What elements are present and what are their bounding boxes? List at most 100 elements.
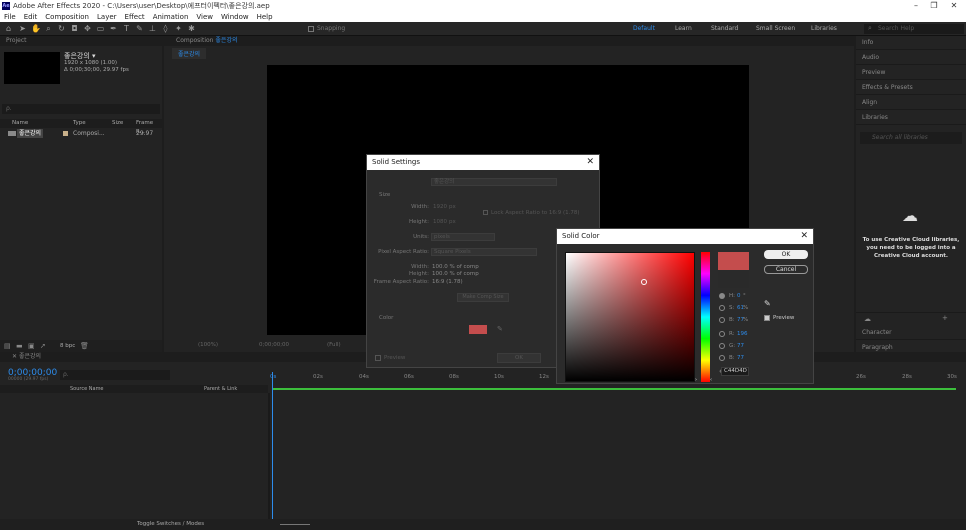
width-value[interactable]: 1920 — [433, 204, 447, 210]
trash-icon[interactable]: 🗑 — [80, 342, 89, 350]
new-folder-icon[interactable]: ▬ — [16, 342, 23, 350]
name-field[interactable]: 좋은강의 — [431, 178, 557, 186]
panel-libraries[interactable]: Libraries — [856, 111, 966, 125]
maximize-button[interactable]: ❐ — [924, 0, 944, 12]
panel-preview[interactable]: Preview — [856, 66, 966, 80]
r-value[interactable]: 196 — [737, 331, 748, 337]
menu-window[interactable]: Window — [217, 12, 253, 22]
zoom-tool-icon[interactable]: ⌕ — [44, 24, 53, 33]
h-radio[interactable] — [719, 293, 725, 299]
b-radio[interactable] — [719, 317, 725, 323]
color-cancel-button[interactable]: Cancel — [764, 265, 808, 274]
snapping-checkbox[interactable] — [308, 26, 314, 32]
workspace-standard[interactable]: Standard — [711, 25, 738, 32]
type-tool-icon[interactable]: T — [122, 24, 131, 33]
new-comp-icon[interactable]: ▣ — [28, 342, 35, 350]
timeline-search-input[interactable]: ρ. — [60, 370, 170, 380]
menu-effect[interactable]: Effect — [121, 12, 149, 22]
search-help-input[interactable]: Search Help — [864, 24, 964, 34]
interpret-footage-icon[interactable]: ▤ — [4, 342, 11, 350]
comp-subtab[interactable]: 좋은강의 — [172, 48, 207, 59]
h-value[interactable]: 0 — [737, 293, 741, 299]
hex-input[interactable]: C44D4D — [721, 367, 749, 376]
home-icon[interactable]: ⌂ — [4, 24, 13, 33]
cloud-sync-icon[interactable]: ☁ — [864, 315, 871, 323]
r-radio[interactable] — [719, 331, 725, 337]
timeline-tab-name[interactable]: 좋은강의 — [19, 353, 41, 360]
workspace-small-screen[interactable]: Small Screen — [756, 25, 795, 32]
color-ok-button[interactable]: OK — [764, 250, 808, 259]
hand-tool-icon[interactable]: ✋ — [31, 24, 41, 33]
menu-animation[interactable]: Animation — [149, 12, 193, 22]
project-search-input[interactable]: ρ. — [2, 104, 160, 114]
par-dropdown[interactable]: Square Pixels — [431, 248, 537, 256]
blue-value[interactable]: 77 — [737, 355, 744, 361]
puppet-tool-icon[interactable]: ✱ — [187, 24, 196, 33]
panel-audio[interactable]: Audio — [856, 51, 966, 65]
eyedropper-icon[interactable]: ✎ — [497, 325, 503, 333]
panel-character[interactable]: Character — [856, 326, 966, 340]
workspace-default[interactable]: Default — [633, 25, 655, 32]
quality-dropdown[interactable]: (Full) — [327, 339, 341, 351]
saturation-brightness-field[interactable] — [565, 252, 695, 382]
panel-align[interactable]: Align — [856, 96, 966, 110]
pan-behind-icon[interactable]: ✥ — [83, 24, 92, 33]
preview-checkbox[interactable] — [375, 355, 381, 361]
height-value[interactable]: 1080 — [433, 219, 447, 225]
rotate-tool-icon[interactable]: ↻ — [57, 24, 66, 33]
label-color-swatch[interactable] — [63, 131, 68, 136]
menu-view[interactable]: View — [192, 12, 217, 22]
library-search-input[interactable]: Search all libraries — [860, 132, 962, 144]
roto-brush-icon[interactable]: ✦ — [174, 24, 183, 33]
zoom-slider[interactable] — [280, 524, 310, 525]
brush-tool-icon[interactable]: ✎ — [135, 24, 144, 33]
close-button[interactable]: ✕ — [944, 0, 964, 12]
make-comp-size-button[interactable]: Make Comp Size — [457, 293, 509, 302]
col-size[interactable]: Size — [112, 119, 123, 128]
selection-tool-icon[interactable]: ➤ — [18, 24, 27, 33]
g-value[interactable]: 77 — [737, 343, 744, 349]
toggle-switches-modes[interactable]: Toggle Switches / Modes — [137, 519, 204, 530]
menu-edit[interactable]: Edit — [20, 12, 42, 22]
bpc-label[interactable]: 8 bpc — [60, 343, 75, 349]
color-picker-marker[interactable] — [641, 279, 647, 285]
hue-slider[interactable] — [701, 252, 710, 382]
flowchart-icon[interactable]: ➚ — [40, 342, 46, 350]
ok-button[interactable]: OK — [497, 353, 541, 363]
color-preview-checkbox[interactable] — [764, 315, 770, 321]
menu-file[interactable]: File — [0, 12, 20, 22]
menu-composition[interactable]: Composition — [41, 12, 93, 22]
workspace-libraries[interactable]: Libraries — [811, 25, 837, 32]
panel-effects-presets[interactable]: Effects & Presets — [856, 81, 966, 95]
g-radio[interactable] — [719, 343, 725, 349]
camera-tool-icon[interactable]: ◘ — [70, 24, 79, 33]
col-name[interactable]: Name — [12, 119, 28, 128]
playhead[interactable] — [272, 372, 273, 522]
pen-tool-icon[interactable]: ✒ — [109, 24, 118, 33]
menu-layer[interactable]: Layer — [93, 12, 121, 22]
viewer-timecode[interactable]: 0;00;00;00 — [259, 339, 289, 351]
panel-info[interactable]: Info — [856, 36, 966, 50]
minimize-button[interactable]: – — [906, 0, 926, 12]
col-parent-link[interactable]: Parent & Link — [204, 385, 237, 393]
table-row[interactable]: 좋은강의 Composi... 29.97 — [0, 129, 162, 138]
add-library-icon[interactable]: + — [942, 314, 948, 322]
workspace-learn[interactable]: Learn — [675, 25, 692, 32]
s-radio[interactable] — [719, 305, 725, 311]
col-type[interactable]: Type — [73, 119, 86, 128]
close-icon[interactable]: ✕ — [800, 229, 808, 244]
close-icon[interactable]: ✕ — [586, 155, 594, 170]
stamp-tool-icon[interactable]: ⊥ — [148, 24, 157, 33]
rectangle-tool-icon[interactable]: ▭ — [96, 24, 105, 33]
comp-tab-name[interactable]: 좋은강의 — [215, 37, 237, 44]
eraser-tool-icon[interactable]: ◊ — [161, 24, 170, 33]
blue-radio[interactable] — [719, 355, 725, 361]
menu-help[interactable]: Help — [253, 12, 277, 22]
eyedropper-icon[interactable]: ✎ — [764, 299, 771, 308]
color-swatch[interactable] — [469, 325, 487, 334]
lock-aspect-checkbox[interactable] — [483, 210, 488, 215]
units-dropdown[interactable]: pixels — [431, 233, 495, 241]
zoom-dropdown[interactable]: (100%) — [198, 339, 218, 351]
close-tab-icon[interactable]: ✕ — [12, 353, 17, 360]
col-source-name[interactable]: Source Name — [70, 385, 104, 393]
